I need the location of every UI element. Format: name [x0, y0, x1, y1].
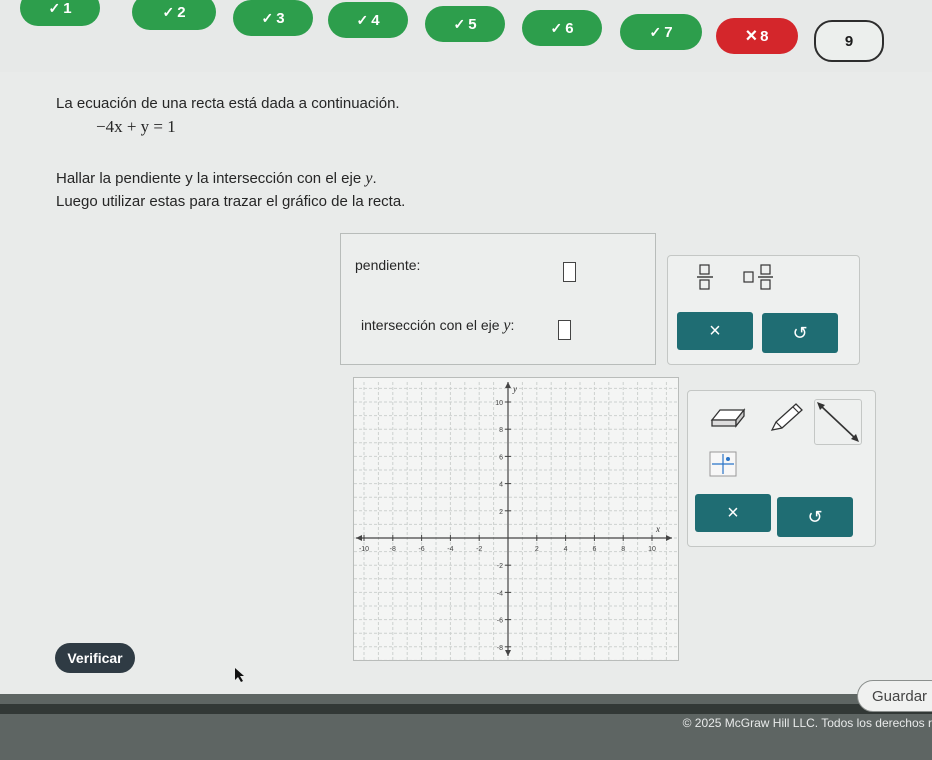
x-tick-label: 10 — [648, 546, 656, 553]
y-tick-label: -6 — [497, 618, 503, 625]
x-tick-label: -6 — [418, 546, 424, 553]
fraction-button[interactable] — [692, 262, 718, 292]
y-axis-arrow-icon — [505, 650, 511, 656]
check-icon: ✓ — [356, 11, 369, 28]
copyright-text: © 2025 McGraw Hill LLC. Todos los derech… — [682, 716, 932, 730]
answer-box — [340, 233, 656, 365]
y-axis-arrow-icon — [505, 382, 511, 388]
save-button[interactable]: Guardar p — [857, 680, 932, 712]
question-8-button[interactable]: × 8 — [716, 18, 798, 54]
undo-answer-button[interactable]: ↺ — [762, 313, 838, 353]
y-tick-label: 6 — [499, 454, 503, 461]
cross-icon: × — [745, 24, 758, 47]
slope-input[interactable] — [563, 262, 576, 282]
question-6-button[interactable]: ✓ 6 — [522, 10, 602, 46]
x-tick-label: 2 — [535, 546, 539, 553]
undo-icon: ↺ — [792, 322, 808, 343]
check-icon: ✓ — [162, 3, 175, 20]
label-point-icon — [709, 451, 737, 477]
close-icon: × — [709, 319, 721, 342]
problem-equation: −4x + y = 1 — [96, 117, 176, 136]
eraser-tool[interactable] — [708, 402, 748, 432]
intercept-label: intersección con el eje y: — [361, 317, 515, 334]
x-tick-label: -2 — [476, 546, 482, 553]
problem-instruction-2: Luego utilizar estas para trazar el gráf… — [56, 193, 406, 210]
line-tool[interactable] — [814, 399, 862, 445]
intercept-input[interactable] — [558, 320, 571, 340]
question-3-button[interactable]: ✓ 3 — [233, 0, 313, 36]
slope-label: pendiente: — [355, 257, 421, 273]
x-tick-label: 6 — [592, 546, 596, 553]
mixed-number-button[interactable] — [742, 262, 778, 292]
question-4-button[interactable]: ✓ 4 — [328, 2, 408, 38]
check-icon: ✓ — [453, 15, 466, 32]
problem-instruction: Hallar la pendiente y la intersección co… — [56, 170, 377, 187]
problem-intro: La ecuación de una recta está dada a con… — [56, 95, 400, 112]
y-axis-label: y — [512, 384, 517, 394]
x-axis-arrow-icon — [666, 535, 672, 541]
clear-answer-button[interactable]: × — [677, 312, 753, 350]
y-tick-label: 2 — [499, 509, 503, 516]
question-1-button[interactable]: ✓ 1 — [20, 0, 100, 26]
y-tick-label: -2 — [497, 563, 503, 570]
question-7-button[interactable]: ✓ 7 — [620, 14, 702, 50]
line-tool-icon — [817, 402, 859, 442]
pencil-tool[interactable] — [766, 400, 806, 434]
mixed-number-icon — [743, 264, 773, 290]
y-tick-label: 8 — [499, 427, 503, 434]
x-axis-label: x — [655, 524, 660, 534]
question-9-button[interactable]: 9 — [814, 20, 884, 62]
check-icon: ✓ — [48, 0, 61, 16]
y-tick-label: 4 — [499, 482, 503, 489]
x-tick-label: -10 — [359, 546, 369, 553]
y-tick-label: -8 — [497, 645, 503, 652]
x-tick-label: -8 — [390, 546, 396, 553]
y-tick-label: -4 — [497, 590, 503, 597]
x-tick-label: 8 — [621, 546, 625, 553]
pencil-icon — [770, 403, 803, 431]
undo-graph-button[interactable]: ↺ — [777, 497, 853, 537]
fraction-icon — [697, 264, 713, 290]
eraser-icon — [710, 408, 746, 428]
check-icon: ✓ — [649, 23, 662, 40]
question-5-button[interactable]: ✓ 5 — [425, 6, 505, 42]
close-icon: × — [727, 501, 739, 524]
x-tick-label: -4 — [447, 546, 453, 553]
clear-graph-button[interactable]: × — [695, 494, 771, 532]
mouse-cursor-icon — [235, 668, 244, 682]
check-icon: ✓ — [261, 9, 274, 26]
check-icon: ✓ — [550, 19, 563, 36]
verify-button[interactable]: Verificar — [55, 643, 135, 673]
undo-icon: ↺ — [807, 506, 823, 527]
label-point-tool[interactable] — [706, 448, 742, 480]
x-axis-arrow-icon — [356, 535, 362, 541]
question-navigation-bar: ✓ 1 ✓ 2 ✓ 3 ✓ 4 ✓ 5 ✓ 6 ✓ 7 × 8 9 — [0, 0, 932, 72]
coordinate-graph[interactable]: x y -10 -8 -6 -4 -2 2 4 6 8 10 10 8 6 4 2 -2 -4 -6 -8 — [353, 377, 679, 661]
y-tick-label: 10 — [495, 400, 503, 407]
footer-divider — [0, 704, 932, 714]
question-2-button[interactable]: ✓ 2 — [132, 0, 216, 30]
graph-canvas[interactable]: x y -10 -8 -6 -4 -2 2 4 6 8 10 10 8 6 4 2 -2 -4 -6 -8 — [354, 378, 678, 661]
x-tick-label: 4 — [564, 546, 568, 553]
